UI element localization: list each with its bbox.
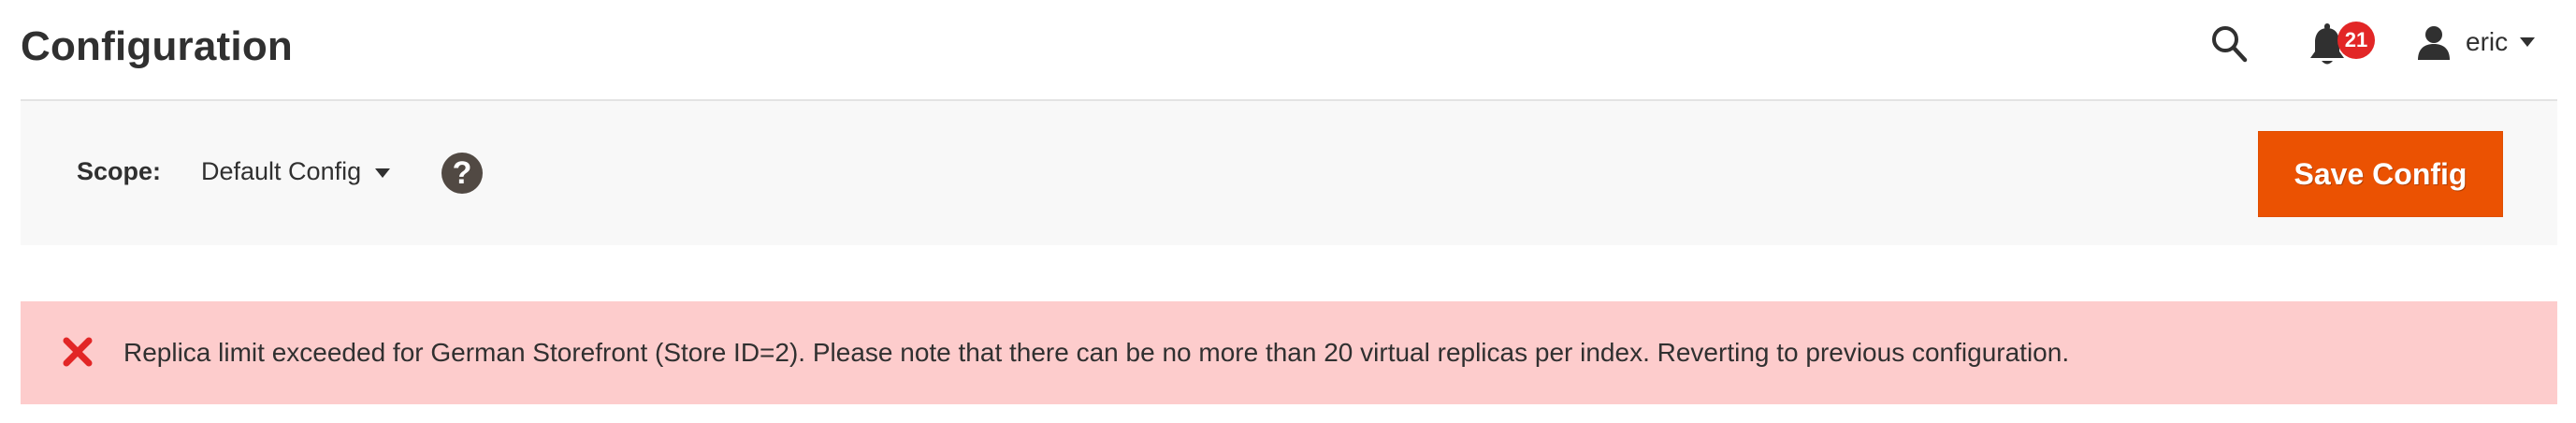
search-button[interactable]	[2209, 22, 2250, 66]
page-title: Configuration	[21, 23, 293, 69]
scope-selected-value: Default Config	[201, 157, 362, 185]
page-header: Configuration 21 eric	[0, 0, 2576, 99]
search-icon	[2212, 26, 2248, 63]
caret-down-icon	[375, 168, 390, 178]
error-message-text: Replica limit exceeded for German Storef…	[123, 338, 2070, 367]
notifications-button[interactable]: 21	[2307, 17, 2375, 73]
save-config-button[interactable]: Save Config	[2258, 131, 2503, 217]
page: Configuration 21 eric Scope: Default Con…	[0, 0, 2576, 423]
scope-help-button[interactable]: ?	[441, 153, 483, 194]
scope-label: Scope:	[77, 157, 162, 185]
question-icon: ?	[452, 155, 472, 191]
close-x-icon	[63, 337, 93, 367]
scope-switcher-dropdown[interactable]: Default Config	[201, 150, 422, 191]
error-message: Replica limit exceeded for German Storef…	[21, 301, 2557, 404]
notification-count-badge: 21	[2337, 22, 2375, 59]
page-actions-bar: Scope: Default Config ? Save Config	[21, 101, 2557, 245]
user-name: eric	[2466, 27, 2509, 56]
user-icon	[2418, 26, 2450, 60]
user-account-menu[interactable]: eric	[2411, 21, 2542, 64]
caret-down-icon	[2520, 37, 2535, 47]
